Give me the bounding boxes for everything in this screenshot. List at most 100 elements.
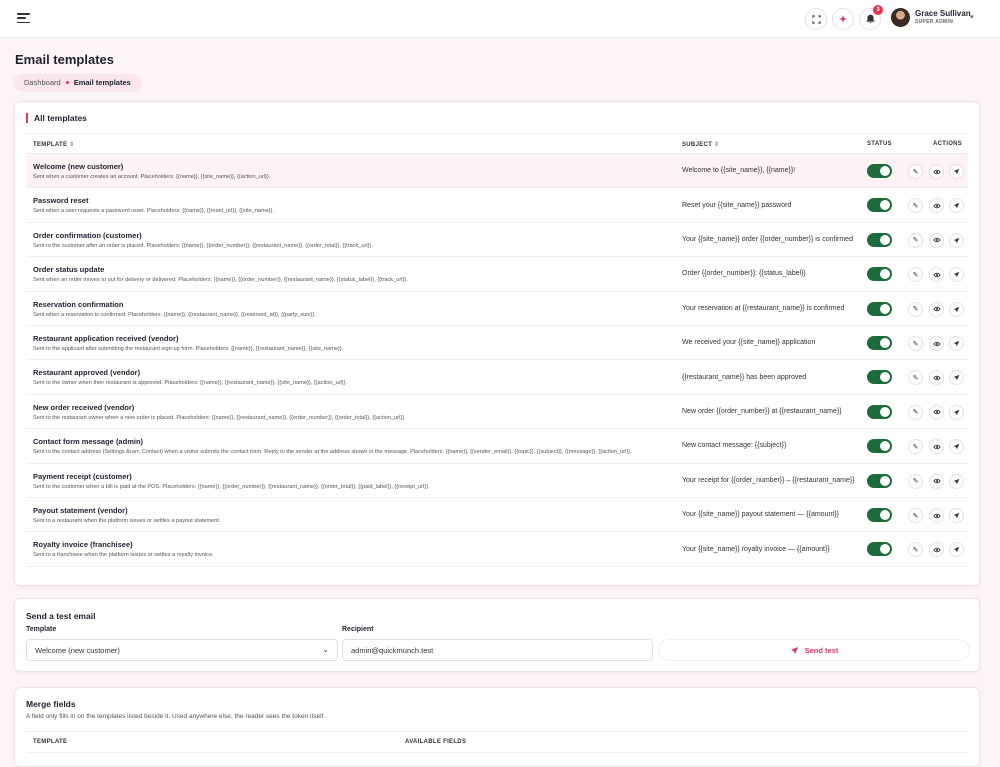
preview-button[interactable] (929, 164, 944, 179)
eye-icon (932, 410, 941, 415)
breadcrumb-dashboard[interactable]: Dashboard (24, 78, 61, 87)
send-icon (790, 646, 798, 654)
status-toggle[interactable] (867, 370, 892, 385)
edit-button[interactable]: ✎ (908, 473, 923, 489)
status-toggle[interactable] (867, 404, 892, 419)
template-name: Password reset (33, 196, 89, 206)
preview-button[interactable] (929, 439, 944, 455)
edit-button[interactable]: ✎ (908, 232, 923, 248)
chevron-down-icon[interactable]: ▾ (970, 13, 974, 21)
edit-button[interactable]: ✎ (908, 508, 923, 523)
status-toggle[interactable] (867, 439, 892, 454)
edit-button[interactable]: ✎ (908, 336, 923, 351)
status-toggle[interactable] (867, 232, 892, 247)
fullscreen-button[interactable] (805, 8, 827, 30)
avatar[interactable] (891, 8, 910, 27)
send-test-row-button[interactable] (949, 198, 964, 214)
template-name: Payment receipt (customer) (33, 471, 132, 481)
status-toggle[interactable] (867, 301, 892, 316)
preview-button[interactable] (929, 473, 944, 489)
template-name: Welcome (new customer) (33, 162, 124, 171)
status-toggle[interactable] (867, 508, 892, 522)
status-toggle[interactable] (867, 336, 892, 350)
breadcrumb: Dashboard Email templates (14, 74, 141, 90)
bell-icon (865, 14, 875, 23)
user-name[interactable]: Grace Sullivan (915, 9, 971, 18)
preview-button[interactable] (929, 198, 944, 214)
template-name: New order received (vendor) (33, 402, 135, 412)
recipient-input[interactable]: admin@quickmunch.test (342, 639, 653, 661)
send-test-row-button[interactable] (949, 301, 964, 317)
send-test-button[interactable]: Send test (658, 639, 970, 661)
edit-button[interactable]: ✎ (908, 404, 923, 420)
send-icon (953, 271, 960, 278)
status-toggle[interactable] (867, 164, 892, 178)
table-row[interactable]: Contact form message (admin) Sent to the … (26, 429, 968, 464)
eye-icon (932, 238, 941, 243)
column-header-template: TEMPLATE (33, 739, 68, 745)
table-row[interactable]: Reservation confirmation Sent when a rese… (26, 292, 968, 326)
edit-button[interactable]: ✎ (908, 164, 923, 179)
send-icon (953, 443, 960, 450)
table-row[interactable]: Order confirmation (customer) Sent to the… (26, 223, 968, 258)
preview-button[interactable] (929, 370, 944, 386)
eye-icon (932, 203, 941, 209)
table-row[interactable]: Restaurant application received (vendor)… (26, 326, 968, 361)
eye-icon (932, 375, 941, 381)
status-toggle[interactable] (867, 267, 892, 282)
template-description: Sent when a customer creates an account.… (33, 174, 271, 180)
sparkle-icon (839, 15, 847, 23)
table-row[interactable]: New order received (vendor) Sent to the r… (26, 395, 968, 430)
send-test-row-button[interactable] (949, 508, 964, 523)
status-toggle[interactable] (867, 473, 892, 488)
pencil-icon: ✎ (912, 202, 919, 210)
preview-button[interactable] (929, 267, 944, 283)
table-row[interactable]: Payment receipt (customer) Sent to the cu… (26, 464, 968, 498)
divider (26, 752, 968, 753)
edit-button[interactable]: ✎ (908, 439, 923, 455)
pencil-icon: ✎ (912, 168, 919, 176)
send-test-row-button[interactable] (949, 473, 964, 489)
send-test-row-button[interactable] (949, 232, 964, 248)
menu-icon[interactable] (17, 13, 30, 24)
template-name: Order status update (33, 265, 105, 275)
send-test-row-button[interactable] (949, 439, 964, 455)
preview-button[interactable] (929, 508, 944, 523)
table-row[interactable]: Payout statement (vendor) Sent to a resta… (26, 498, 968, 533)
template-subject: Your receipt for {{order_number}} – {{re… (682, 476, 855, 484)
edit-button[interactable]: ✎ (908, 198, 923, 214)
preview-button[interactable] (929, 542, 944, 558)
template-name: Restaurant application received (vendor) (33, 334, 179, 343)
preview-button[interactable] (929, 301, 944, 317)
table-row[interactable]: Password reset Sent when a user requests … (26, 188, 968, 223)
send-test-row-button[interactable] (949, 404, 964, 420)
template-subject: We received your {{site_name}} applicati… (682, 339, 816, 347)
preview-button[interactable] (929, 404, 944, 420)
template-select[interactable]: Welcome (new customer) ⌄ (26, 639, 338, 661)
template-subject: {{restaurant_name}} has been approved (682, 373, 807, 381)
table-row[interactable]: Restaurant approved (vendor) Sent to the … (26, 360, 968, 395)
edit-button[interactable]: ✎ (908, 542, 923, 558)
template-name: Contact form message (admin) (33, 437, 144, 447)
ai-assistant-button[interactable] (832, 8, 854, 30)
send-test-row-button[interactable] (949, 164, 964, 179)
edit-button[interactable]: ✎ (908, 301, 923, 317)
status-toggle[interactable] (867, 198, 892, 213)
column-header-template[interactable]: TEMPLATE ⇕ (33, 141, 75, 148)
preview-button[interactable] (929, 232, 944, 248)
status-toggle[interactable] (867, 542, 892, 557)
pencil-icon: ✎ (912, 443, 919, 451)
send-test-row-button[interactable] (949, 267, 964, 283)
table-row[interactable]: Welcome (new customer) Sent when a custom… (26, 154, 968, 189)
preview-button[interactable] (929, 336, 944, 351)
edit-button[interactable]: ✎ (908, 267, 923, 283)
send-test-row-button[interactable] (949, 542, 964, 558)
send-test-row-button[interactable] (949, 370, 964, 386)
notifications-button[interactable]: 3 (859, 5, 883, 30)
column-header-subject[interactable]: SUBJECT ⇕ (682, 141, 719, 148)
table-row[interactable]: Order status update Sent when an order mo… (26, 257, 968, 292)
template-select-value: Welcome (new customer) (35, 645, 120, 655)
table-row[interactable]: Royalty invoice (franchisee) Sent to a fr… (26, 532, 968, 567)
edit-button[interactable]: ✎ (908, 370, 923, 386)
send-test-row-button[interactable] (949, 336, 964, 351)
